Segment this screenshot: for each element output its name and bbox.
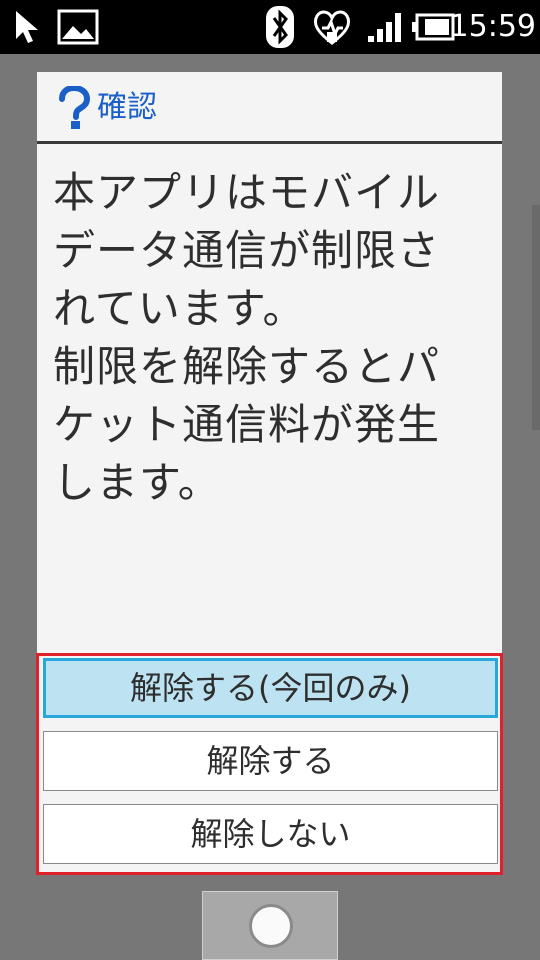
bluetooth-icon — [262, 0, 298, 54]
status-clock: 15:59 — [449, 9, 536, 44]
home-button[interactable] — [202, 891, 338, 960]
dialog-button-group: 解除する(今回のみ) 解除する 解除しない — [36, 653, 503, 875]
health-heart-icon — [310, 0, 354, 54]
image-icon — [55, 0, 101, 54]
dialog-title: 確認 — [97, 90, 157, 125]
background-scroll-indicator — [532, 205, 540, 430]
navigation-bar — [0, 885, 540, 960]
release-button[interactable]: 解除する — [43, 731, 498, 791]
home-circle-icon — [249, 904, 293, 948]
cursor-icon — [10, 0, 44, 54]
status-bar: 15:59 — [0, 0, 540, 54]
question-icon — [57, 84, 91, 130]
dialog-header: 確認 — [37, 72, 502, 144]
do-not-release-button[interactable]: 解除しない — [43, 804, 498, 864]
dialog-message: 本アプリはモバイル データ通信が制限さ れています。 制限を解除するとパ ケット… — [53, 168, 441, 507]
signal-icon — [365, 0, 407, 54]
confirm-dialog: 確認 本アプリはモバイル データ通信が制限さ れています。 制限を解除するとパ … — [36, 72, 503, 875]
release-once-button[interactable]: 解除する(今回のみ) — [43, 658, 498, 718]
